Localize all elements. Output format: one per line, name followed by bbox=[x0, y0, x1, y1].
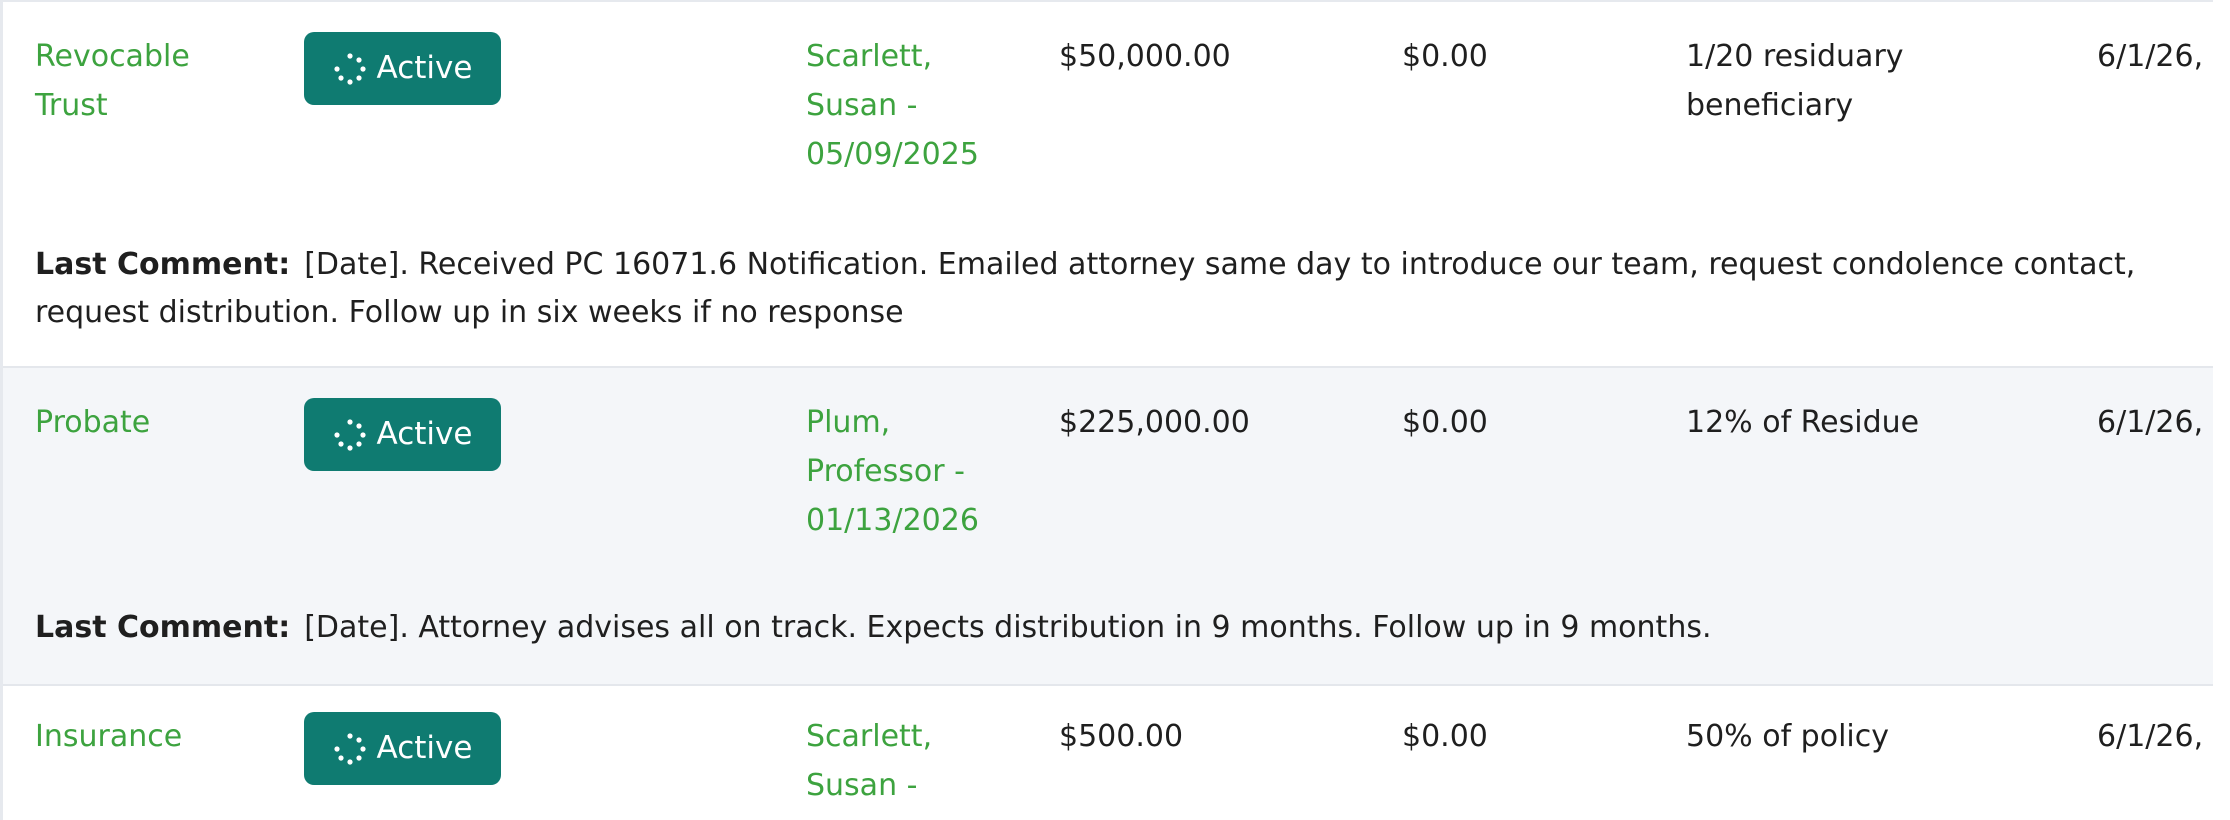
date-value: 6/1/26, bbox=[2097, 405, 2204, 440]
beneficiary-share: 12% of Residue bbox=[1686, 405, 1920, 440]
status-label: Active bbox=[376, 50, 473, 86]
gift-type-link[interactable]: Probate bbox=[35, 398, 265, 447]
last-comment-text: [Date]. Attorney advises all on track. E… bbox=[304, 610, 1712, 645]
status-badge[interactable]: Active bbox=[304, 32, 501, 105]
beneficiary-share: 1/20 residuary beneficiary bbox=[1686, 39, 1904, 123]
paid-amount: $0.00 bbox=[1402, 405, 1488, 440]
status-label: Active bbox=[376, 416, 473, 452]
status-label: Active bbox=[376, 730, 473, 766]
contact-link[interactable]: Scarlett, Susan - bbox=[806, 712, 1026, 810]
last-comment-label: Last Comment: bbox=[35, 247, 291, 282]
date-value: 6/1/26, bbox=[2097, 39, 2204, 74]
gifts-table: Revocable Trust Active Scarlett, Susan -… bbox=[0, 0, 2213, 820]
table-row: Insurance Active Scarlett, Susan - $500.… bbox=[3, 686, 2213, 820]
gift-amount: $50,000.00 bbox=[1059, 39, 1231, 74]
status-badge[interactable]: Active bbox=[304, 712, 501, 785]
spinner-icon bbox=[333, 52, 366, 85]
spinner-icon bbox=[333, 732, 366, 765]
contact-link[interactable]: Scarlett, Susan - 05/09/2025 bbox=[806, 32, 1026, 179]
last-comment-text: [Date]. Received PC 16071.6 Notification… bbox=[35, 247, 2136, 330]
beneficiary-share: 50% of policy bbox=[1686, 719, 1889, 754]
gift-amount: $500.00 bbox=[1059, 719, 1184, 754]
last-comment: Last Comment: [Date]. Attorney advises al… bbox=[35, 604, 2213, 652]
gift-type-link[interactable]: Insurance bbox=[35, 712, 265, 761]
spinner-icon bbox=[333, 418, 366, 451]
gift-type-link[interactable]: Revocable Trust bbox=[35, 32, 265, 130]
gift-amount: $225,000.00 bbox=[1059, 405, 1250, 440]
status-badge[interactable]: Active bbox=[304, 398, 501, 471]
table-row: Revocable Trust Active Scarlett, Susan -… bbox=[3, 2, 2213, 368]
last-comment: Last Comment: [Date]. Received PC 16071.6… bbox=[35, 241, 2213, 337]
paid-amount: $0.00 bbox=[1402, 719, 1488, 754]
last-comment-label: Last Comment: bbox=[35, 610, 291, 645]
date-value: 6/1/26, bbox=[2097, 719, 2204, 754]
table-row: Probate Active Plum, Professor - 01/13/2… bbox=[3, 368, 2213, 686]
paid-amount: $0.00 bbox=[1402, 39, 1488, 74]
contact-link[interactable]: Plum, Professor - 01/13/2026 bbox=[806, 398, 1026, 545]
